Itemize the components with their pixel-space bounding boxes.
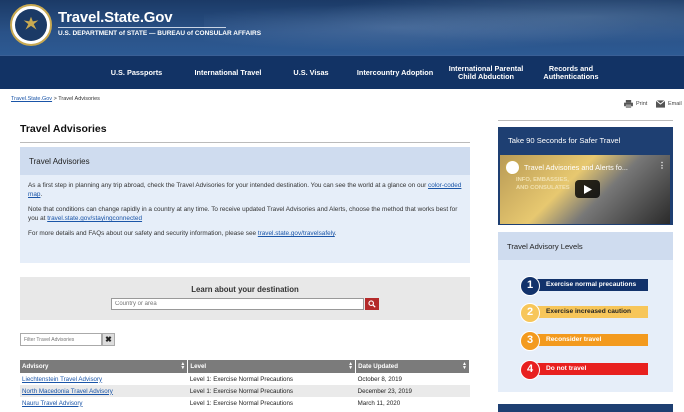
main-nav: U.S. Passports International Travel U.S.…: [0, 55, 684, 89]
destination-search-box: Learn about your destination: [20, 277, 470, 320]
advisory-link[interactable]: Nauru Travel Advisory: [22, 400, 83, 407]
advisory-cell: Liechtenstein Travel Advisory: [20, 373, 188, 385]
nav-item-international-travel[interactable]: International Travel: [183, 56, 273, 89]
country-search-input[interactable]: [111, 298, 364, 310]
level-cell: Level 1: Exercise Normal Precautions: [187, 385, 356, 397]
level-cell: Level 1: Exercise Normal Precautions: [189, 375, 293, 383]
advisory-link[interactable]: Liechtenstein Travel Advisory: [22, 376, 102, 383]
sort-icon: ▲ ▼: [348, 361, 354, 371]
info-paragraph-3: For more details and FAQs about our safe…: [28, 229, 462, 238]
info-box-body: As a first step in planning any trip abr…: [20, 175, 470, 238]
site-subtitle: U.S. DEPARTMENT of STATE — BUREAU of CON…: [58, 30, 262, 37]
level-4-badge: Do not travel 4: [520, 360, 648, 380]
video-caption: INFO, EMBASSIES, AND CONSULATES: [516, 177, 570, 192]
travel-safely-link[interactable]: travel.state.gov/travelsafely: [258, 230, 335, 237]
date-cell: December 23, 2019: [355, 385, 470, 397]
advisory-cell: Nauru Travel Advisory: [20, 397, 188, 409]
advisories-table: Advisory ▲ ▼ Level ▲ ▼ Date Updated ▲ ▼ Liecht…: [20, 360, 470, 409]
video-card-title: Take 90 Seconds for Safer Travel: [508, 136, 621, 145]
video-player[interactable]: Travel Advisories and Alerts fo... ⋮ INF…: [500, 155, 670, 224]
nav-item-intercountry-adoption[interactable]: Intercountry Adoption: [349, 56, 441, 89]
title-divider: [58, 27, 226, 28]
play-button[interactable]: [575, 180, 600, 198]
level-4-number: 4: [520, 360, 540, 380]
column-header-advisory[interactable]: Advisory ▲ ▼: [20, 360, 189, 373]
column-header-advisory-label: Advisory: [22, 363, 49, 370]
level-3-badge: Reconsider travel 3: [520, 331, 648, 351]
sidebar-divider: [498, 120, 673, 121]
column-header-date-label: Date Updated: [358, 363, 398, 370]
travel-advisories-info-box: Travel Advisories As a first step in pla…: [20, 147, 470, 263]
column-header-level[interactable]: Level ▲ ▼: [187, 360, 357, 373]
print-button[interactable]: Print: [624, 100, 647, 108]
sort-icon: ▲ ▼: [462, 361, 467, 371]
info-paragraph-1: As a first step in planning any trip abr…: [28, 181, 462, 199]
level-1-badge: Exercise normal precautions 1: [520, 276, 648, 296]
levels-card-title: Travel Advisory Levels: [498, 232, 673, 260]
breadcrumb-home-link[interactable]: Travel.State.Gov: [11, 96, 52, 102]
date-cell: March 11, 2020: [357, 399, 401, 407]
destination-search-title: Learn about your destination: [191, 285, 299, 294]
advisory-levels-card: Travel Advisory Levels Exercise normal p…: [498, 232, 673, 392]
table-header-row: Advisory ▲ ▼ Level ▲ ▼ Date Updated ▲ ▼: [20, 360, 470, 373]
site-title[interactable]: Travel.State.Gov: [58, 9, 173, 26]
envelope-icon: [656, 100, 665, 108]
printer-icon: [624, 100, 633, 108]
level-1-label: Exercise normal precautions: [530, 279, 648, 291]
date-cell: October 8, 2019: [357, 375, 402, 383]
email-label: Email: [668, 101, 682, 107]
sort-icon: ▲ ▼: [180, 361, 186, 371]
info-text-3-end: .: [334, 230, 337, 237]
level-3-label: Reconsider travel: [530, 334, 648, 346]
sidebar-next-card: [498, 404, 673, 412]
nav-item-records-authentications[interactable]: Records and Authentications: [531, 56, 611, 89]
more-options-icon[interactable]: ⋮: [658, 161, 666, 170]
level-1-number: 1: [520, 276, 540, 296]
level-4-label: Do not travel: [530, 363, 648, 375]
info-box-heading: Travel Advisories: [20, 147, 470, 175]
page-title: Travel Advisories: [20, 123, 107, 135]
level-2-badge: Exercise increased caution 2: [520, 303, 648, 323]
staying-connected-link[interactable]: travel.state.gov/stayingconnected: [47, 215, 142, 222]
title-divider-main: [20, 142, 470, 143]
channel-logo: [505, 160, 520, 175]
header-world-map: [204, 0, 684, 55]
info-text-1: As a first step in planning any trip abr…: [28, 182, 429, 189]
play-icon: [583, 184, 592, 194]
info-text-1-end: .: [40, 191, 43, 198]
level-2-label: Exercise increased caution: [530, 306, 648, 318]
table-row: North Macedonia Travel Advisory Level 1:…: [20, 385, 470, 397]
site-header: Travel.State.Gov U.S. DEPARTMENT of STAT…: [0, 0, 684, 55]
info-text-3: For more details and FAQs about our safe…: [28, 230, 258, 237]
breadcrumb-current: Travel Advisories: [58, 96, 100, 102]
table-row: Liechtenstein Travel Advisory Level 1: E…: [20, 373, 470, 385]
filter-advisories-input[interactable]: [20, 333, 102, 346]
eagle-icon: [23, 16, 39, 30]
print-label: Print: [636, 101, 648, 107]
email-button[interactable]: Email: [656, 100, 682, 108]
breadcrumb: Travel.State.Gov > Travel Advisories: [11, 96, 100, 102]
video-caption-line-2: AND CONSULATES: [516, 184, 570, 191]
advisory-cell: North Macedonia Travel Advisory: [20, 385, 188, 397]
nav-item-us-passports[interactable]: U.S. Passports: [90, 56, 183, 89]
level-2-number: 2: [520, 303, 540, 323]
column-header-level-label: Level: [190, 363, 207, 370]
table-row: Nauru Travel Advisory Level 1: Exercise …: [20, 397, 470, 409]
level-cell: Level 1: Exercise Normal Precautions: [189, 399, 293, 407]
advisory-link[interactable]: North Macedonia Travel Advisory: [22, 388, 113, 395]
level-3-number: 3: [520, 331, 540, 351]
nav-item-parental-child-abduction[interactable]: International Parental Child Abduction: [441, 56, 531, 89]
video-caption-line-1: INFO, EMBASSIES,: [516, 177, 569, 183]
search-icon: [368, 300, 376, 308]
state-department-seal-logo[interactable]: [10, 4, 52, 46]
video-title: Travel Advisories and Alerts fo...: [524, 163, 628, 172]
search-button[interactable]: [365, 298, 379, 310]
info-paragraph-2: Note that conditions can change rapidly …: [28, 205, 462, 223]
column-header-date-updated[interactable]: Date Updated ▲ ▼: [355, 360, 470, 373]
clear-filter-button[interactable]: ✖: [102, 333, 115, 346]
nav-item-us-visas[interactable]: U.S. Visas: [273, 56, 349, 89]
